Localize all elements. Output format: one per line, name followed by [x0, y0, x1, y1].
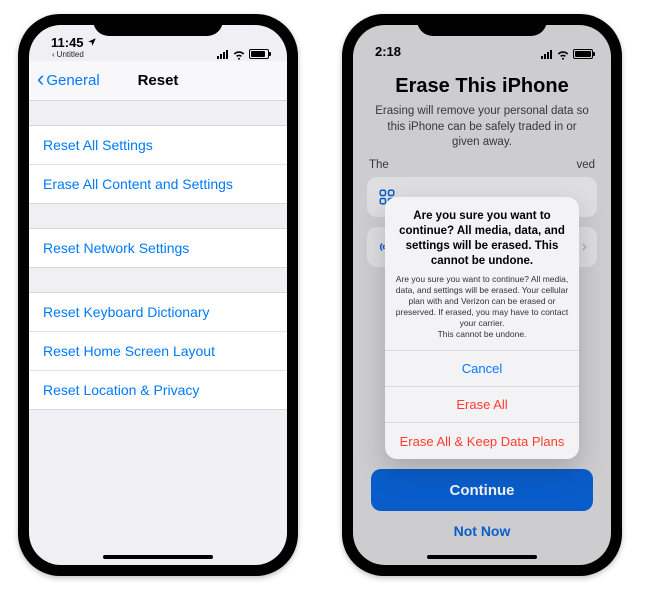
row-reset-keyboard[interactable]: Reset Keyboard Dictionary — [29, 293, 287, 332]
alert-erase-all-button[interactable]: Erase All — [385, 387, 579, 423]
screen-erase-iphone: 2:18 Erase This iPhone Erasing will remo… — [353, 25, 611, 565]
home-indicator[interactable] — [103, 555, 213, 559]
row-reset-network[interactable]: Reset Network Settings — [29, 229, 287, 267]
notch — [417, 14, 547, 36]
phone-right: 2:18 Erase This iPhone Erasing will remo… — [342, 14, 622, 576]
row-reset-location-privacy[interactable]: Reset Location & Privacy — [29, 371, 287, 409]
phone-left: 11:45 ‹ Untitled — [18, 14, 298, 576]
confirm-erase-alert: Are you sure you want to continue? All m… — [385, 197, 579, 459]
alert-erase-keep-plans-button[interactable]: Erase All & Keep Data Plans — [385, 423, 579, 459]
notch — [93, 14, 223, 36]
status-time: 11:45 — [51, 35, 84, 50]
alert-cancel-button[interactable]: Cancel — [385, 351, 579, 387]
wifi-icon — [232, 49, 245, 59]
cellular-signal-icon — [217, 49, 228, 59]
alert-message: Are you sure you want to continue? All m… — [395, 274, 569, 340]
nav-bar: ‹ General Reset — [29, 61, 287, 101]
nav-title: Reset — [29, 72, 287, 89]
home-indicator[interactable] — [427, 555, 537, 559]
alert-title: Are you sure you want to continue? All m… — [395, 209, 569, 269]
safari-tab-indicator: ‹ Untitled — [52, 50, 84, 59]
screen-reset-settings: 11:45 ‹ Untitled — [29, 25, 287, 565]
row-erase-all-content[interactable]: Erase All Content and Settings — [29, 165, 287, 203]
location-arrow-icon — [87, 35, 97, 50]
settings-group-2: Reset Network Settings — [29, 228, 287, 268]
settings-group-1: Reset All Settings Erase All Content and… — [29, 125, 287, 204]
row-reset-all-settings[interactable]: Reset All Settings — [29, 126, 287, 165]
tab-label: Untitled — [57, 50, 84, 59]
row-reset-home-screen[interactable]: Reset Home Screen Layout — [29, 332, 287, 371]
chevron-left-icon: ‹ — [52, 50, 55, 59]
battery-icon — [249, 49, 269, 59]
settings-group-3: Reset Keyboard Dictionary Reset Home Scr… — [29, 292, 287, 410]
